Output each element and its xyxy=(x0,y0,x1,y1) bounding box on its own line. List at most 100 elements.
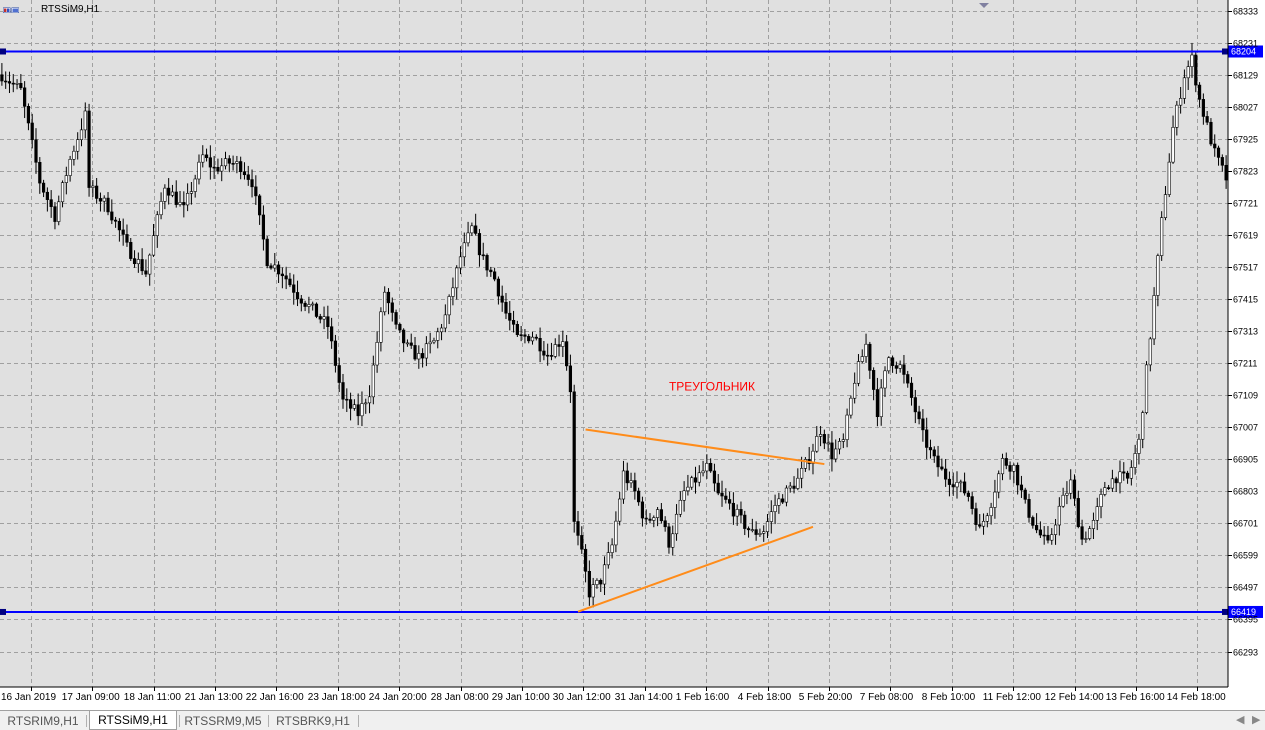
candle-body xyxy=(265,238,269,267)
candle-body xyxy=(1034,525,1039,531)
candle-body xyxy=(280,273,284,277)
candle-body xyxy=(216,166,220,172)
candle-body xyxy=(212,166,216,169)
candle-body xyxy=(644,517,648,520)
candle-body xyxy=(618,498,622,522)
candle-body xyxy=(792,485,796,489)
candle-body xyxy=(602,564,607,585)
candle-body xyxy=(762,531,766,534)
candle-body xyxy=(697,472,701,483)
candle-body xyxy=(155,214,159,236)
y-tick-label: 67721 xyxy=(1233,199,1258,209)
candle-body xyxy=(712,470,717,484)
candle-body xyxy=(311,303,315,306)
level-handle-left[interactable] xyxy=(0,608,6,615)
candle-body xyxy=(390,302,394,313)
scroll-right-icon[interactable]: ▶ xyxy=(1252,713,1260,726)
candle-body xyxy=(288,278,292,286)
tab-separator xyxy=(86,715,87,727)
y-tick-label: 66803 xyxy=(1233,487,1258,497)
candlestick-chart[interactable]: 6820466419 68333682316812968027679256782… xyxy=(0,0,1265,710)
candle-body xyxy=(79,129,84,140)
y-tick-label: 67211 xyxy=(1233,359,1257,369)
candle-body xyxy=(640,501,645,519)
tab-rtssim9[interactable]: RTSSiM9,H1 xyxy=(89,711,177,730)
candle-body xyxy=(170,191,175,196)
y-tick-label: 67007 xyxy=(1233,423,1258,433)
candle-body xyxy=(841,439,845,442)
candle-body xyxy=(223,158,228,167)
candle-body xyxy=(572,391,576,522)
candle-body xyxy=(110,211,114,221)
candle-body xyxy=(784,487,789,503)
x-tick-label: 31 Jan 14:00 xyxy=(615,692,673,703)
candle-body xyxy=(254,186,258,197)
candle-body xyxy=(773,505,777,513)
candle-body xyxy=(242,171,247,176)
chart-area[interactable]: 68204 66419 68333 68231 68129 68027 67925 6782… xyxy=(0,0,1265,710)
candle-body xyxy=(360,403,364,417)
candle-body xyxy=(674,513,679,535)
annotation-label[interactable]: ТРЕУГОЛЬНИК xyxy=(669,379,755,393)
candle-body xyxy=(299,298,303,304)
x-tick-label: 12 Feb 14:00 xyxy=(1045,692,1104,703)
tab-rtsbrk9[interactable]: RTSBRK9,H1 xyxy=(272,713,354,729)
candle-body xyxy=(413,345,417,360)
window-icon xyxy=(3,7,19,13)
candle-body xyxy=(151,235,156,256)
candle-body xyxy=(868,343,872,371)
y-tick-label: 66599 xyxy=(1233,551,1258,561)
candle-body xyxy=(940,466,944,470)
candle-body xyxy=(913,397,917,413)
candle-body xyxy=(944,468,948,480)
candle-body xyxy=(474,225,478,234)
candle-body xyxy=(1042,534,1046,537)
candle-body xyxy=(822,434,826,444)
candle-body xyxy=(883,370,887,389)
candle-body xyxy=(781,498,785,503)
candle-body xyxy=(432,340,436,343)
y-tick-label: 68129 xyxy=(1233,71,1258,81)
candle-body xyxy=(1114,478,1118,484)
candle-body xyxy=(458,256,463,269)
candle-body xyxy=(906,374,910,384)
candle-body xyxy=(849,397,853,416)
candle-body xyxy=(1050,534,1054,541)
candle-body xyxy=(856,361,861,384)
candle-body xyxy=(322,316,326,320)
candle-body xyxy=(921,418,925,431)
candle-body xyxy=(777,498,781,506)
candle-body xyxy=(314,303,319,317)
candle-body xyxy=(1095,506,1099,521)
candle-body xyxy=(64,175,68,183)
candle-body xyxy=(735,509,739,517)
x-tick-label: 21 Jan 13:00 xyxy=(185,692,243,703)
candle-body xyxy=(68,159,72,176)
scroll-left-icon[interactable]: ◀ xyxy=(1236,713,1244,726)
candle-body xyxy=(1016,464,1020,486)
level-handle-right[interactable] xyxy=(1222,608,1228,615)
candle-body xyxy=(1156,255,1160,296)
candle-body xyxy=(30,122,34,141)
candle-body xyxy=(383,291,387,313)
candle-body xyxy=(909,382,914,398)
candle-body xyxy=(26,106,31,124)
candle-body xyxy=(682,490,686,501)
candle-body xyxy=(746,528,751,531)
candle-body xyxy=(295,292,300,300)
x-tick-label: 5 Feb 20:00 xyxy=(799,692,853,703)
candle-body xyxy=(333,340,338,366)
candle-body xyxy=(95,185,99,199)
candle-body xyxy=(837,441,842,450)
level-handle-right[interactable] xyxy=(1222,48,1228,55)
tab-rtsrim9[interactable]: RTSRIM9,H1 xyxy=(4,713,82,729)
candle-body xyxy=(1129,467,1133,479)
candle-body xyxy=(394,312,398,325)
candle-body xyxy=(727,499,732,504)
candle-body xyxy=(1224,164,1228,181)
candle-body xyxy=(818,434,823,437)
candle-body xyxy=(1046,534,1050,541)
candle-body xyxy=(686,486,690,492)
level-handle-left[interactable] xyxy=(0,48,6,55)
tab-rtssrm9[interactable]: RTSSRM9,M5 xyxy=(183,713,263,729)
